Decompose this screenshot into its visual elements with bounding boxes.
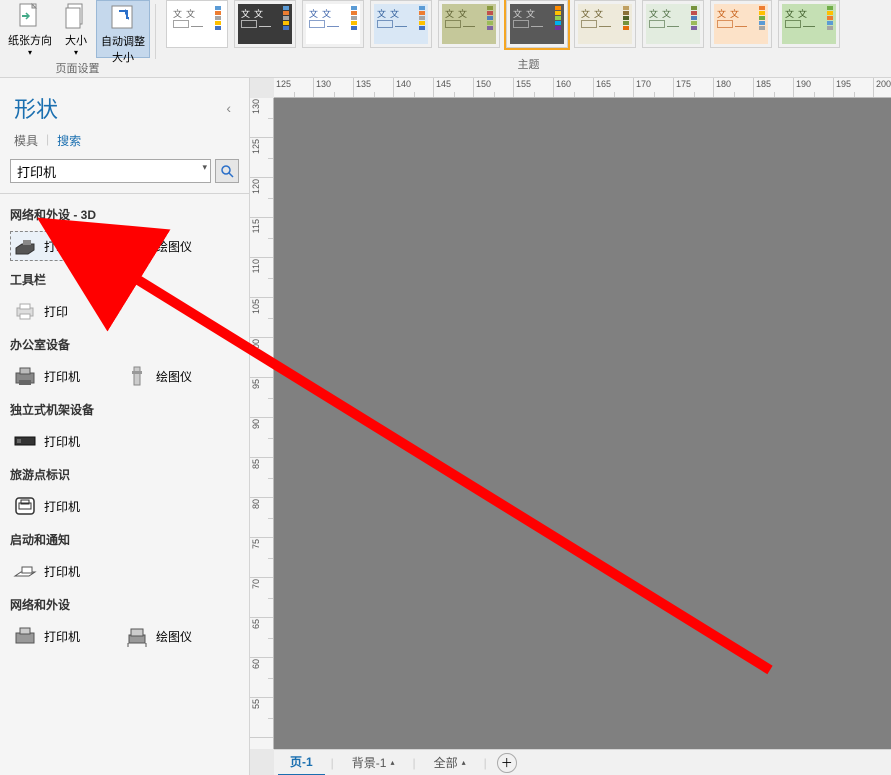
autofit-button[interactable]: 自动调整 大小 (96, 0, 150, 58)
result-category-header: 办公室设备 (10, 336, 239, 353)
theme-swatch[interactable]: 文文 (642, 0, 704, 48)
sidebar-tabs: 模具 | 搜索 (0, 132, 249, 159)
theme-swatch[interactable]: 文文 (370, 0, 432, 48)
shape-item-label: 打印机 (44, 433, 80, 450)
shape-item-label: 打印机 (44, 368, 80, 385)
canvas-area: 1251301351401451501551601651701751801851… (250, 78, 891, 775)
result-category-header: 网络和外设 (10, 596, 239, 613)
shape-item[interactable]: 打印机 (10, 621, 122, 651)
printer-notify-icon (12, 560, 38, 582)
shape-item-label: 打印机 (44, 498, 80, 515)
ribbon-group-page: 纸张方向 ▾ 大小 ▾ 自动调整 大小 页面设置 (0, 0, 155, 77)
autofit-icon (107, 3, 139, 31)
result-category-header: 旅游点标识 (10, 466, 239, 483)
result-category-header: 网络和外设 - 3D (10, 206, 239, 223)
shape-item-label: 打印机 (44, 563, 80, 580)
print-tb-icon (12, 300, 38, 322)
page-orientation-label: 纸张方向 (8, 32, 52, 48)
theme-swatch[interactable]: 文文 (166, 0, 228, 48)
size-icon (60, 2, 92, 30)
theme-swatch[interactable]: 文文 (778, 0, 840, 48)
theme-swatch[interactable]: 文文 (710, 0, 772, 48)
shape-item[interactable]: 打印 (10, 296, 122, 326)
shape-item[interactable]: 绘图仪 (122, 361, 234, 391)
plotter-office-icon (124, 365, 150, 387)
shape-item[interactable]: 打印机 (10, 426, 122, 456)
size-label: 大小 (65, 32, 87, 48)
search-input[interactable] (10, 159, 211, 183)
shape-item-label: 打印机 (44, 238, 80, 255)
shape-item-label: 绘图仪 (156, 368, 192, 385)
shape-item[interactable]: 绘图仪 (122, 231, 234, 261)
theme-gallery[interactable]: 文文 文文 文文 文文 文文 文文 文文 文文 文文 文文 (166, 0, 891, 52)
result-category-header: 工具栏 (10, 271, 239, 288)
shape-item-label: 绘图仪 (156, 628, 192, 645)
printer-net-icon (12, 625, 38, 647)
all-tab[interactable]: 全部▴ (422, 750, 478, 775)
printer-office-icon (12, 365, 38, 387)
sidebar-title: 形状 (14, 92, 58, 124)
search-button[interactable] (215, 159, 239, 183)
ribbon: 纸张方向 ▾ 大小 ▾ 自动调整 大小 页面设置 文文 文 (0, 0, 891, 78)
page-tabs: 页-1 | 背景-1▴ | 全部▴ | ＋ (274, 749, 891, 775)
shapes-sidebar: 形状 ‹ 模具 | 搜索 ▾ 网络和外设 - 3D打印机绘图仪工具栏打印办公室设… (0, 78, 250, 775)
page-orientation-icon (14, 2, 46, 30)
shape-item[interactable]: 绘图仪 (122, 621, 234, 651)
shape-item[interactable]: 打印机 (10, 556, 122, 586)
background-tab[interactable]: 背景-1▴ (340, 750, 407, 775)
theme-swatch[interactable]: 文文 (234, 0, 296, 48)
dropdown-arrow-icon: ▾ (74, 48, 78, 57)
horizontal-ruler: 1251301351401451501551601651701751801851… (274, 78, 891, 98)
collapse-sidebar-button[interactable]: ‹ (222, 96, 235, 120)
page-tab-1[interactable]: 页-1 (278, 749, 325, 775)
tab-search[interactable]: 搜索 (57, 132, 81, 149)
search-dropdown-icon[interactable]: ▾ (202, 162, 207, 173)
shape-item-label: 打印机 (44, 628, 80, 645)
shape-item[interactable]: 打印机 (10, 361, 122, 391)
search-results: 网络和外设 - 3D打印机绘图仪工具栏打印办公室设备打印机绘图仪独立式机架设备打… (0, 193, 249, 775)
plotter-net-icon (124, 625, 150, 647)
theme-swatch[interactable]: 文文 (574, 0, 636, 48)
result-category-header: 独立式机架设备 (10, 401, 239, 418)
theme-group-label: 主题 (166, 52, 891, 76)
page-orientation-button[interactable]: 纸张方向 ▾ (4, 0, 56, 58)
drawing-canvas[interactable] (274, 98, 891, 749)
shape-item[interactable]: 打印机 (10, 491, 122, 521)
theme-swatch[interactable]: 文文 (302, 0, 364, 48)
printer-3d-icon (12, 235, 38, 257)
search-icon (220, 164, 234, 178)
theme-swatch[interactable]: 文文 (438, 0, 500, 48)
printer-rack-icon (12, 430, 38, 452)
shape-item-label: 绘图仪 (156, 238, 192, 255)
shape-item[interactable]: 打印机 (10, 231, 122, 261)
dropdown-arrow-icon: ▾ (28, 48, 32, 57)
vertical-ruler: 130125120115110105100959085807570656055 (250, 98, 274, 749)
ribbon-group-themes: 文文 文文 文文 文文 文文 文文 文文 文文 文文 文文 (156, 0, 891, 77)
add-page-button[interactable]: ＋ (497, 753, 517, 773)
tab-separator: | (46, 132, 49, 149)
plotter-3d-icon (124, 235, 150, 257)
shape-item-label: 打印 (44, 303, 68, 320)
size-button[interactable]: 大小 ▾ (56, 0, 96, 58)
page-setup-group-label: 页面设置 (0, 58, 155, 78)
printer-sign-icon (12, 495, 38, 517)
theme-swatch[interactable]: 文文 (506, 0, 568, 48)
tab-stencils[interactable]: 模具 (14, 132, 38, 149)
result-category-header: 启动和通知 (10, 531, 239, 548)
